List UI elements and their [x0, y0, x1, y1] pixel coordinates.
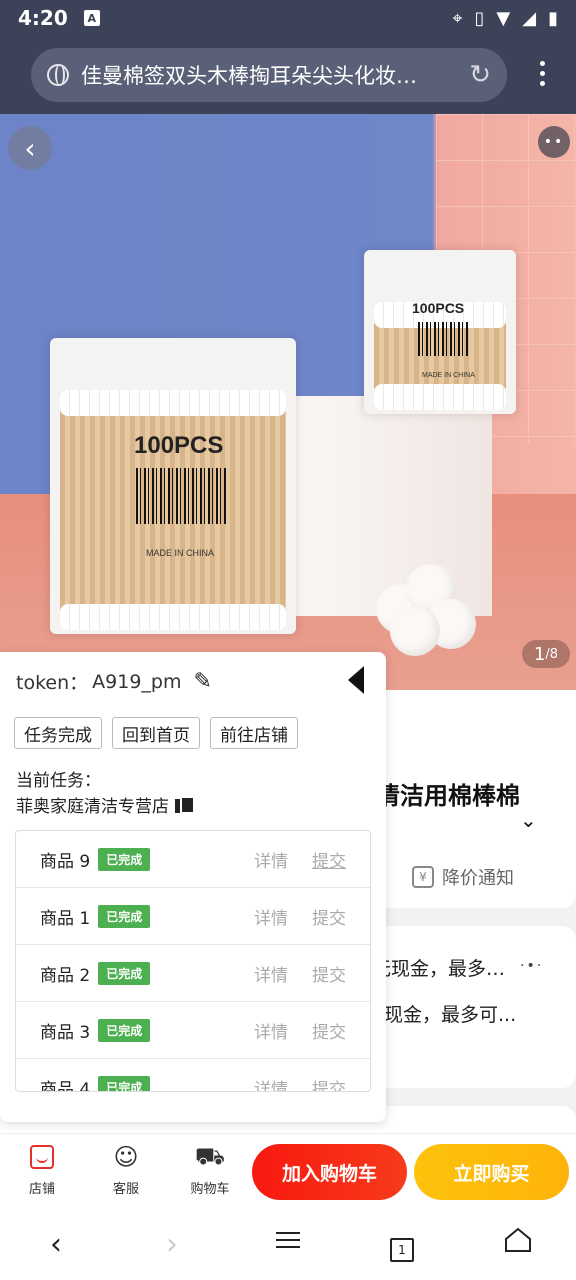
- product-title: 清洁用棉棒棉: [376, 782, 520, 810]
- service-label: 客服: [112, 1182, 139, 1197]
- battery-icon: ▮: [548, 7, 558, 29]
- promo-line-2: 现金，最多可...: [384, 1004, 517, 1026]
- reload-icon[interactable]: ↻: [469, 60, 491, 90]
- cart-label: 购物车: [190, 1182, 230, 1197]
- tab-count: 1: [390, 1238, 414, 1262]
- ellipsis-icon[interactable]: ·•·: [520, 958, 543, 974]
- address-bar[interactable]: 佳曼棉签双头木棒掏耳朵尖头化妆… ↻: [31, 48, 507, 102]
- copy-icon[interactable]: [175, 795, 195, 814]
- browser-menu-icon[interactable]: [540, 61, 546, 91]
- item-name: 商品 9: [40, 851, 91, 872]
- cart-button[interactable]: ⛟ 购物车: [180, 1141, 240, 1198]
- accessibility-notification-icon: A: [83, 10, 100, 26]
- token-row: token： A919_pm ✎: [16, 668, 212, 695]
- list-item: 商品 4 已完成 详情 提交: [16, 1059, 370, 1092]
- item-name: 商品 4: [40, 1079, 91, 1092]
- promo-line-1: 无现金，最多…: [372, 958, 506, 980]
- big-bag-label: 100PCS: [134, 432, 224, 459]
- status-badge: 已完成: [98, 847, 151, 871]
- detail-link[interactable]: 详情: [254, 847, 288, 872]
- collapse-panel-icon[interactable]: [348, 666, 364, 694]
- big-swab-bag: 100PCS MADE IN CHINA: [50, 338, 296, 634]
- small-bag-made-in: MADE IN CHINA: [422, 372, 475, 379]
- edit-icon[interactable]: ✎: [193, 669, 211, 694]
- status-badge: 已完成: [98, 904, 151, 928]
- status-badge: 已完成: [98, 961, 151, 985]
- submit-link[interactable]: 提交: [312, 961, 346, 986]
- more-options-button[interactable]: ••: [538, 126, 570, 158]
- buy-now-button[interactable]: 立即购买: [414, 1144, 569, 1200]
- current-task-label: 当前任务：: [16, 771, 101, 791]
- list-item: 商品 3 已完成 详情 提交: [16, 1002, 370, 1059]
- submit-link[interactable]: 提交: [312, 904, 346, 929]
- list-item: 商品 1 已完成 详情 提交: [16, 888, 370, 945]
- store-icon: [12, 1142, 72, 1172]
- big-bag-made-in: MADE IN CHINA: [146, 548, 215, 558]
- store-row: 菲奥家庭清洁专营店: [16, 792, 195, 817]
- product-image-carousel[interactable]: 100PCS MADE IN CHINA 100PCS MADE IN CHIN…: [0, 114, 576, 690]
- list-item: 商品 9 已完成 详情 提交: [16, 831, 370, 888]
- signal-icon: ◢: [522, 7, 537, 29]
- detail-link[interactable]: 详情: [254, 1075, 288, 1092]
- chat-bubble-icon: ☺: [113, 1143, 139, 1171]
- item-name: 商品 3: [40, 1022, 91, 1043]
- nav-back-icon[interactable]: ‹: [36, 1227, 76, 1262]
- small-swab-bag: 100PCS MADE IN CHINA: [364, 250, 516, 414]
- item-name: 商品 2: [40, 965, 91, 986]
- customer-service-button[interactable]: ☺ 客服: [96, 1142, 156, 1197]
- store-button[interactable]: 店铺: [12, 1142, 72, 1197]
- barcode: [136, 468, 228, 524]
- detail-link[interactable]: 详情: [254, 961, 288, 986]
- status-icons: ⌖ ▯ ▼ ◢ ▮: [452, 8, 558, 29]
- image-pager: 1/8: [521, 640, 570, 668]
- item-name: 商品 1: [40, 908, 91, 929]
- task-panel: token： A919_pm ✎ 任务完成 回到首页 前往店铺 当前任务： 菲奥…: [0, 652, 386, 1122]
- location-icon: ⌖: [452, 7, 463, 29]
- browser-toolbar: 佳曼棉签双头木棒掏耳朵尖头化妆… ↻: [0, 36, 576, 114]
- store-label: 店铺: [28, 1182, 55, 1197]
- status-badge: 已完成: [98, 1018, 151, 1042]
- list-item: 商品 2 已完成 详情 提交: [16, 945, 370, 1002]
- store-name: 菲奥家庭清洁专营店: [16, 797, 169, 817]
- chevron-down-icon[interactable]: ⌄: [520, 808, 537, 832]
- submit-link[interactable]: 提交: [312, 847, 346, 872]
- nav-forward-icon[interactable]: ›: [152, 1227, 192, 1262]
- add-to-cart-button[interactable]: 加入购物车: [252, 1144, 407, 1200]
- go-home-button[interactable]: 回到首页: [112, 717, 200, 749]
- cart-icon: ⛟: [194, 1141, 226, 1170]
- cotton-flower: [376, 544, 486, 656]
- task-item-list[interactable]: 商品 9 已完成 详情 提交 商品 1 已完成 详情 提交 商品 2 已完成 详…: [15, 830, 371, 1092]
- vibrate-icon: ▯: [474, 7, 485, 29]
- hamburger-menu-icon[interactable]: [268, 1227, 308, 1253]
- wifi-icon: ▼: [496, 7, 511, 29]
- token-value: A919_pm: [92, 670, 182, 693]
- browser-nav-bar: ‹ › 1: [0, 1209, 576, 1280]
- bottom-action-bar: 店铺 ☺ 客服 ⛟ 购物车 加入购物车 立即购买: [0, 1133, 576, 1209]
- globe-icon: [47, 64, 69, 86]
- price-notify-button[interactable]: ¥ 降价通知: [412, 864, 514, 890]
- home-icon[interactable]: [498, 1227, 538, 1253]
- page-title[interactable]: 佳曼棉签双头木棒掏耳朵尖头化妆…: [81, 60, 443, 90]
- detail-link[interactable]: 详情: [254, 904, 288, 929]
- status-bar: 4:20 A ⌖ ▯ ▼ ◢ ▮: [0, 0, 576, 36]
- tabs-icon[interactable]: 1: [382, 1227, 422, 1262]
- small-bag-label: 100PCS: [412, 300, 465, 316]
- status-badge: 已完成: [98, 1075, 151, 1091]
- submit-link[interactable]: 提交: [312, 1075, 346, 1092]
- detail-link[interactable]: 详情: [254, 1018, 288, 1043]
- task-button-row: 任务完成 回到首页 前往店铺: [14, 717, 298, 749]
- submit-link[interactable]: 提交: [312, 1018, 346, 1043]
- price-tag-icon: ¥: [412, 866, 434, 888]
- back-button[interactable]: ‹: [8, 126, 52, 170]
- token-label: token：: [16, 672, 89, 694]
- barcode: [418, 322, 470, 356]
- go-store-button[interactable]: 前往店铺: [210, 717, 298, 749]
- status-time: 4:20: [18, 6, 68, 30]
- price-notify-label: 降价通知: [442, 868, 514, 889]
- task-complete-button[interactable]: 任务完成: [14, 717, 102, 749]
